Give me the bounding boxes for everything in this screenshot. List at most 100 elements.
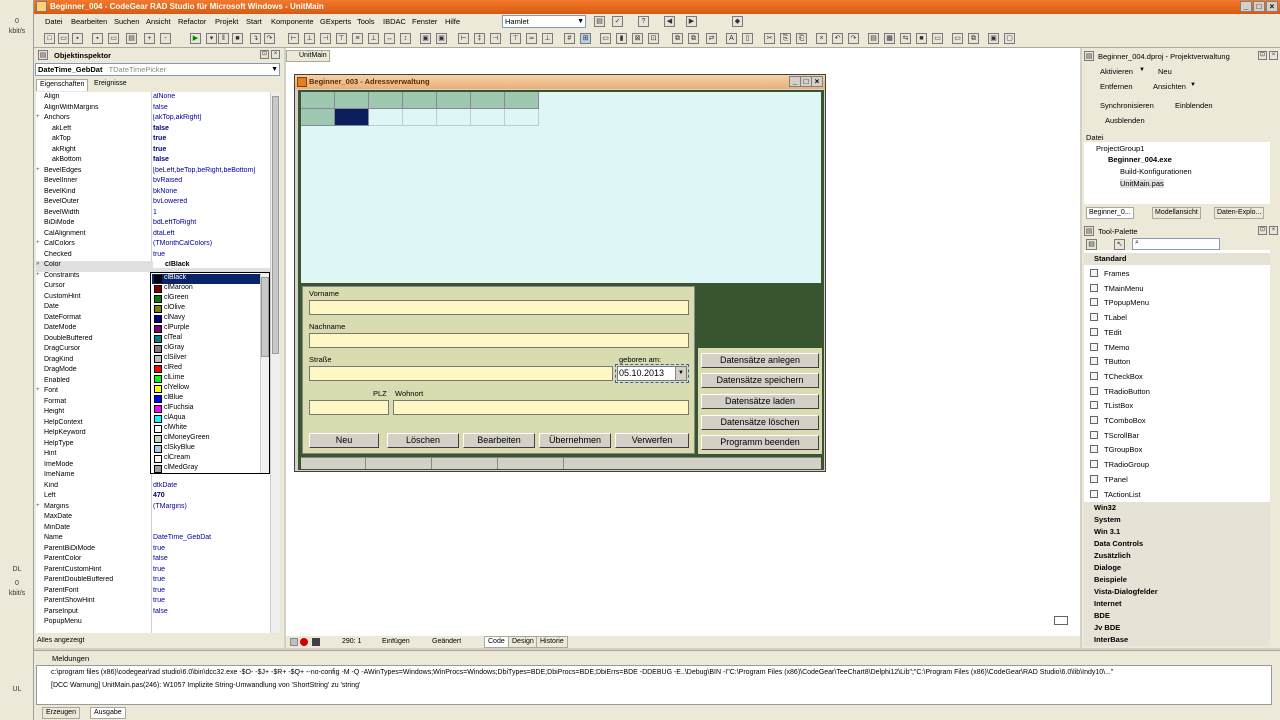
property-row[interactable]: BevelWidth 1	[36, 209, 272, 220]
palette-item[interactable]: Frames	[1084, 266, 1270, 281]
collapse-button[interactable]: Ausblenden	[1105, 116, 1145, 125]
property-value[interactable]: true	[153, 597, 271, 604]
palette-category[interactable]: BDE	[1084, 610, 1270, 622]
new-button[interactable]: Neu	[1158, 67, 1172, 76]
size-icon[interactable]: ▣	[420, 33, 431, 44]
property-row[interactable]: PopupMenu	[36, 618, 272, 629]
property-value[interactable]: true	[153, 135, 271, 142]
menu-komponente[interactable]: Komponente	[271, 17, 314, 26]
chevron-down-icon[interactable]: ▼	[1190, 82, 1196, 88]
pin-icon[interactable]: ⊡	[260, 50, 269, 59]
maximize-button[interactable]: □	[1253, 1, 1265, 12]
palette-category[interactable]: InterBase	[1084, 634, 1270, 646]
property-value[interactable]: [akTop,akRight]	[153, 114, 271, 121]
menu-datei[interactable]: Datei	[45, 17, 63, 26]
menu-projekt[interactable]: Projekt	[215, 17, 238, 26]
property-value[interactable]: bvLowered	[153, 198, 271, 205]
run-icon[interactable]: ▶	[190, 33, 201, 44]
save-desktop-icon[interactable]: ▤	[594, 16, 605, 27]
step-over-icon[interactable]: ↷	[264, 33, 275, 44]
pause-icon[interactable]: ‖	[218, 33, 229, 44]
grid-cell[interactable]	[505, 92, 539, 109]
property-row[interactable]: » Color clBlack	[36, 261, 272, 272]
align-left-icon[interactable]: ⊢	[288, 33, 299, 44]
palette-item[interactable]: TRadioButton	[1084, 384, 1270, 399]
tab-eigenschaften[interactable]: Eigenschaften	[36, 79, 89, 91]
nachname-field[interactable]	[309, 333, 689, 348]
back-icon[interactable]: ◀	[664, 16, 675, 27]
expand-button[interactable]: Einblenden	[1175, 101, 1213, 110]
editor-tab-unitmain[interactable]: UnitMain	[286, 50, 330, 62]
space-v-icon[interactable]: ↕	[400, 33, 411, 44]
property-value[interactable]: true	[153, 566, 271, 573]
grid-cell[interactable]	[301, 109, 335, 126]
paste-icon[interactable]: ⎗	[796, 33, 807, 44]
font-icon[interactable]: A	[726, 33, 737, 44]
stop-icon[interactable]: ■	[232, 33, 243, 44]
view-form-icon[interactable]: ▦	[884, 33, 895, 44]
bottoms-icon[interactable]: ⊥	[542, 33, 553, 44]
grid-cell[interactable]	[403, 92, 437, 109]
right-edges-icon[interactable]: ⊣	[490, 33, 501, 44]
address-string-grid[interactable]	[301, 92, 821, 283]
menu-tools[interactable]: Tools	[357, 17, 375, 26]
grid-cell[interactable]	[301, 92, 335, 109]
property-value[interactable]: bdLeftToRight	[153, 219, 271, 226]
color-option[interactable]: clPurple	[152, 324, 260, 334]
tree-project-group[interactable]: ProjectGroup1	[1096, 144, 1144, 153]
grid-cell[interactable]	[369, 109, 403, 126]
tab-model-view[interactable]: Modellansicht	[1152, 207, 1201, 219]
property-value[interactable]: 1	[153, 209, 271, 216]
property-value[interactable]: (TMargins)	[153, 503, 271, 510]
tab-project[interactable]: Beginner_0...	[1086, 207, 1134, 219]
hide-icon[interactable]: ▯	[742, 33, 753, 44]
set-debug-desktop-icon[interactable]: ✓	[612, 16, 623, 27]
datensaetze-speichern-button[interactable]: Datensätze speichern	[701, 373, 819, 388]
property-value[interactable]: dtkDate	[153, 482, 271, 489]
object-selector-combo[interactable]: DateTime_GebDat TDateTimePicker ▼	[35, 63, 280, 76]
property-row[interactable]: Left 470	[36, 492, 272, 503]
space-h-icon[interactable]: ↔	[384, 33, 395, 44]
palette-item[interactable]: TScrollBar	[1084, 428, 1270, 443]
component-icon[interactable]: ◆	[732, 16, 743, 27]
palette-item[interactable]: TPopupMenu	[1084, 295, 1270, 310]
message-line[interactable]: [DCC Warnung] UnitMain.pas(246): W1057 I…	[51, 682, 360, 689]
property-row[interactable]: akRight true	[36, 146, 272, 157]
save-icon[interactable]: ▪	[72, 33, 83, 44]
menu-fenster[interactable]: Fenster	[412, 17, 437, 26]
color-option[interactable]: clCream	[152, 454, 260, 464]
geboren-am-datepicker[interactable]: 05.10.2013 ▼	[617, 366, 687, 381]
property-row[interactable]: ParentFont true	[36, 587, 272, 598]
grid-cell[interactable]	[505, 109, 539, 126]
palette-category[interactable]: Dialoge	[1084, 562, 1270, 574]
synchronize-button[interactable]: Synchronisieren	[1100, 101, 1154, 110]
property-row[interactable]: ParentColor false	[36, 555, 272, 566]
creation-order-icon[interactable]: ⧉	[688, 33, 699, 44]
palette-category[interactable]: Win 3.1	[1084, 526, 1270, 538]
tree-build-config[interactable]: Build-Konfigurationen	[1120, 167, 1192, 176]
minimap-icon[interactable]	[1054, 616, 1068, 625]
property-row[interactable]: ParentDoubleBuffered true	[36, 576, 272, 587]
property-value[interactable]: bkNone	[153, 188, 271, 195]
property-row[interactable]: Name DateTime_GebDat	[36, 534, 272, 545]
property-value[interactable]: false	[153, 555, 271, 562]
strasse-field[interactable]	[309, 366, 613, 381]
new-icon[interactable]: □	[44, 33, 55, 44]
pin-icon[interactable]: ⊡	[1258, 226, 1267, 235]
record-icon[interactable]	[300, 638, 308, 646]
view-unit-icon[interactable]: ▤	[868, 33, 879, 44]
property-row[interactable]: Checked true	[36, 251, 272, 262]
datensaetze-laden-button[interactable]: Datensätze laden	[701, 394, 819, 409]
palette-category[interactable]: Zusätzlich	[1084, 550, 1270, 562]
palette-category[interactable]: Internet	[1084, 598, 1270, 610]
close-icon[interactable]: ×	[271, 50, 280, 59]
views-button[interactable]: Ansichten	[1153, 82, 1186, 91]
new-window-icon[interactable]: ▭	[952, 33, 963, 44]
align-top-icon[interactable]: ⊤	[336, 33, 347, 44]
palette-item[interactable]: TListBox	[1084, 398, 1270, 413]
property-value[interactable]: true	[153, 576, 271, 583]
color-option[interactable]: clYellow	[152, 384, 260, 394]
palette-category-standard[interactable]: Standard	[1084, 253, 1270, 265]
grid-cell[interactable]	[437, 109, 471, 126]
palette-item[interactable]: TPanel	[1084, 472, 1270, 487]
